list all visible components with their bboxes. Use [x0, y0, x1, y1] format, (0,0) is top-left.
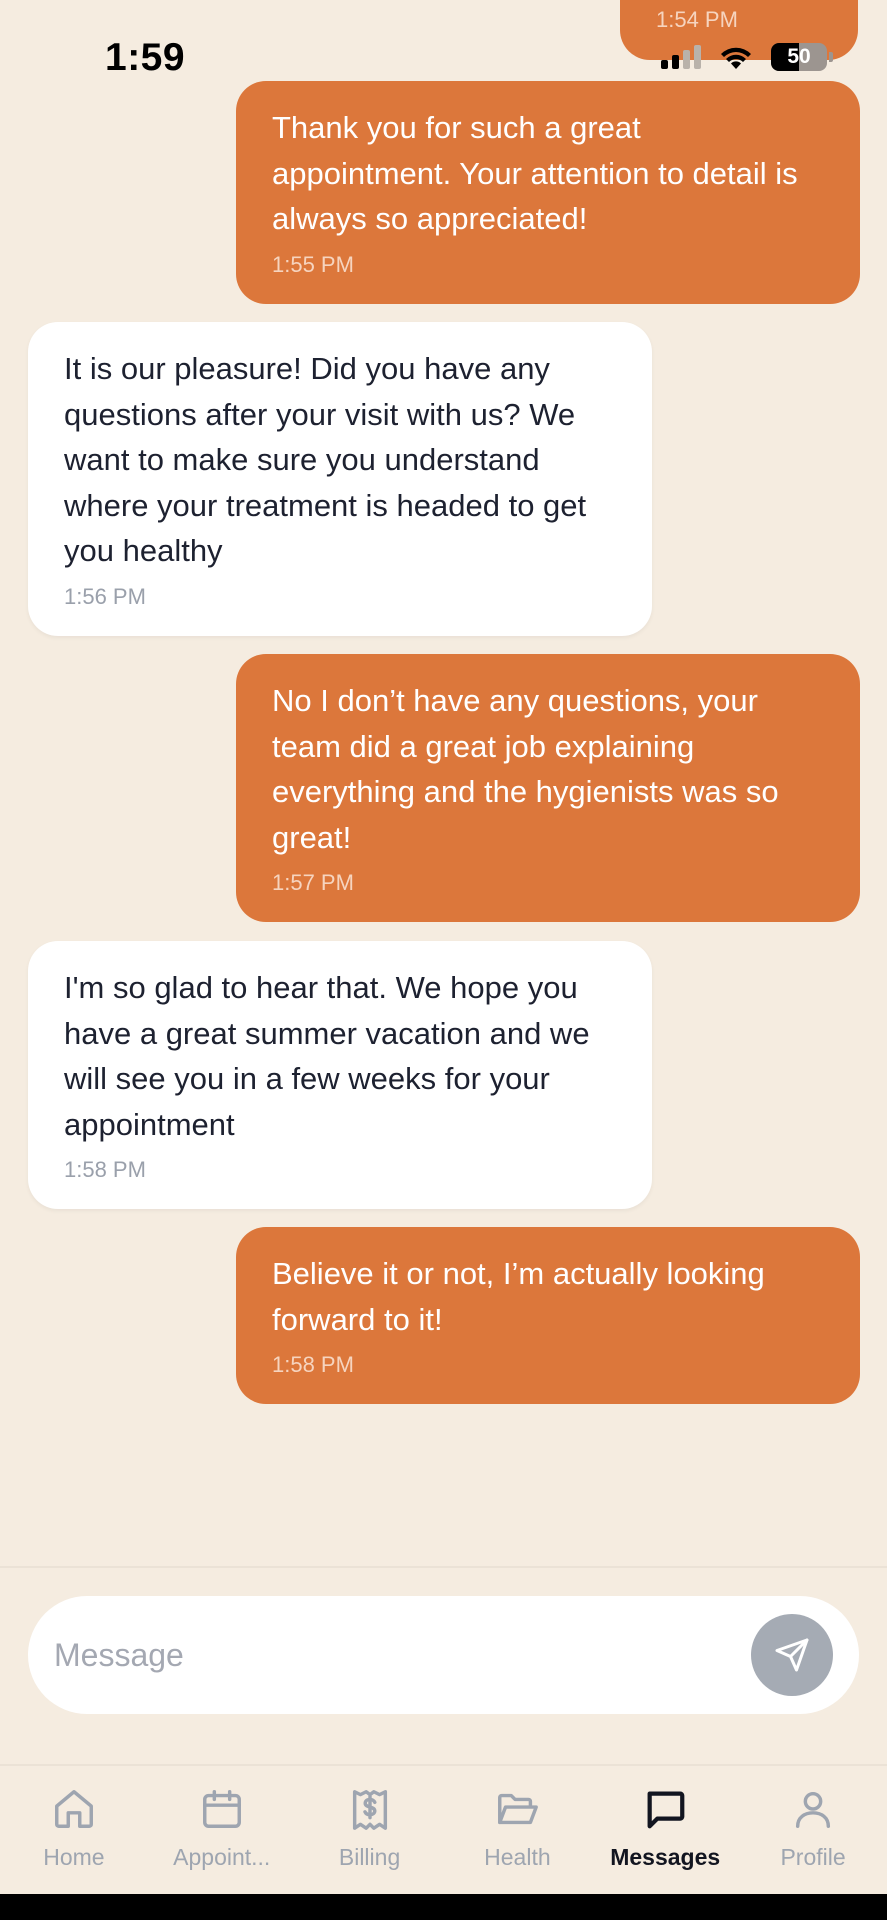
status-time: 1:59: [105, 36, 186, 79]
tab-label: Home: [43, 1844, 105, 1870]
message-time: 1:57 PM: [272, 870, 354, 895]
message-time: 1:54 PM: [656, 7, 738, 32]
tab-appointments[interactable]: Appoint...: [148, 1766, 296, 1894]
message-time: 1:58 PM: [272, 1352, 354, 1377]
send-button[interactable]: [751, 1614, 833, 1696]
messages-screen: 1:54 PM 1:59 50 Thank you for such a gre…: [0, 0, 887, 1920]
tab-health[interactable]: Health: [443, 1766, 591, 1894]
status-icons: 50: [661, 43, 833, 71]
message-time: 1:58 PM: [64, 1157, 146, 1182]
user-icon: [795, 1791, 831, 1828]
tab-label: Billing: [338, 1844, 401, 1870]
message-time: 1:56 PM: [64, 583, 146, 609]
home-icon: [54, 1790, 93, 1828]
tab-label: Appoint...: [173, 1844, 271, 1870]
message-text: Believe it or not, I’m actually looking …: [272, 1256, 765, 1337]
message-text: I'm so glad to hear that. We hope you ha…: [64, 970, 590, 1142]
message-bubble-incoming: It is our pleasure! Did you have any que…: [28, 322, 652, 636]
message-input[interactable]: [54, 1626, 734, 1684]
message-bubble-outgoing: Believe it or not, I’m actually looking …: [236, 1227, 860, 1404]
send-icon: [775, 1638, 809, 1672]
message-bubble-outgoing: Thank you for such a great appointment. …: [236, 81, 860, 304]
message-text: Thank you for such a great appointment. …: [272, 110, 798, 236]
message-bubble-incoming: I'm so glad to hear that. We hope you ha…: [28, 941, 652, 1209]
cellular-signal-icon: [661, 45, 701, 69]
receipt-dollar-icon: [352, 1790, 387, 1830]
tab-home[interactable]: Home: [0, 1766, 148, 1894]
composer-divider: [0, 1566, 887, 1568]
folder-open-icon: [498, 1793, 539, 1825]
message-time: 1:55 PM: [272, 251, 354, 277]
tab-billing[interactable]: Billing: [296, 1766, 444, 1894]
bottom-tab-bar: Home Appoint... Billing Health Messages …: [0, 1764, 887, 1894]
tab-label: Health: [484, 1844, 551, 1870]
chat-bubble-icon: [647, 1791, 685, 1829]
battery-icon: 50: [771, 43, 833, 71]
message-bubble-outgoing: No I don’t have any questions, your team…: [236, 654, 860, 922]
tab-label: Profile: [780, 1844, 846, 1870]
battery-level: 50: [787, 45, 811, 68]
message-text: No I don’t have any questions, your team…: [272, 683, 779, 855]
message-text: It is our pleasure! Did you have any que…: [64, 351, 587, 568]
tab-messages[interactable]: Messages: [591, 1766, 739, 1894]
tab-profile[interactable]: Profile: [739, 1766, 887, 1894]
wifi-icon: [721, 47, 751, 69]
system-home-bar: [0, 1894, 887, 1920]
message-composer: [28, 1596, 859, 1714]
tab-label: Messages: [610, 1844, 721, 1870]
calendar-icon: [202, 1790, 241, 1828]
